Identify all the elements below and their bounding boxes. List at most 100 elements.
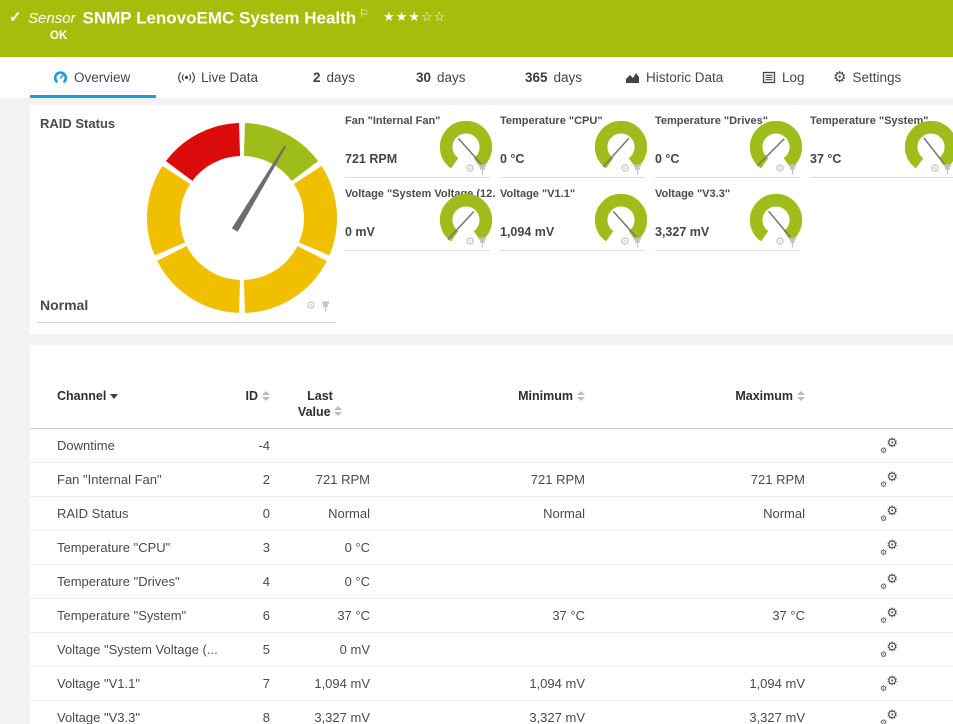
table-row[interactable]: Temperature "System" 6 37 °C 37 °C 37 °C… xyxy=(30,599,953,633)
tab-log[interactable]: Log xyxy=(762,57,805,98)
mini-gauge-tile: Temperature "Drives" 0 °C ⚙ xyxy=(655,105,810,178)
edit-channel-gears-icon[interactable]: ⚙⚙ xyxy=(880,642,898,658)
channel-id: -4 xyxy=(220,438,270,453)
sensor-title-line: SensorSNMP LenovoEMC System Health⚐★★★☆☆ xyxy=(28,7,446,28)
mini-gauge-value: 3,327 mV xyxy=(655,225,709,239)
column-header-minimum[interactable]: Minimum xyxy=(370,389,585,404)
priority-stars[interactable]: ★★★☆☆ xyxy=(383,9,446,24)
channel-last-value: 0 °C xyxy=(270,574,370,589)
channel-maximum: Normal xyxy=(585,506,805,521)
channel-id: 5 xyxy=(220,642,270,657)
channel-id: 8 xyxy=(220,710,270,724)
sensor-overview-page: ✓ SensorSNMP LenovoEMC System Health⚐★★★… xyxy=(0,0,953,724)
raid-status-gauge xyxy=(142,118,342,318)
channel-minimum: 1,094 mV xyxy=(370,676,585,691)
channel-name: Temperature "CPU" xyxy=(30,540,220,555)
tab-30-days[interactable]: 30 days xyxy=(416,57,466,98)
divider xyxy=(655,250,800,251)
gauge-settings-gear-icon[interactable]: ⚙ xyxy=(620,237,630,248)
tab-overview[interactable]: Overview xyxy=(53,57,130,98)
mini-gauge-tile: Voltage "V3.3" 3,327 mV ⚙ xyxy=(655,178,810,251)
sort-updown-icon[interactable] xyxy=(334,406,342,416)
gauge-settings-gear-icon[interactable]: ⚙ xyxy=(775,164,785,175)
edit-channel-gears-icon[interactable]: ⚙⚙ xyxy=(880,506,898,522)
tab-label: days xyxy=(327,70,356,85)
edit-channel-gears-icon[interactable]: ⚙⚙ xyxy=(880,540,898,556)
gauge-settings-gear-icon[interactable]: ⚙ xyxy=(775,237,785,248)
tab-bar: Overview Live Data 2 days 30 days 365 da… xyxy=(0,57,953,98)
sort-updown-icon[interactable] xyxy=(797,391,805,401)
priority-flag-icon[interactable]: ⚐ xyxy=(359,8,369,20)
column-header-id[interactable]: ID xyxy=(220,389,270,404)
broadcast-icon xyxy=(178,71,195,84)
tab-label: Live Data xyxy=(201,70,258,85)
channel-last-value: 721 RPM xyxy=(270,472,370,487)
divider xyxy=(345,250,490,251)
sort-updown-icon[interactable] xyxy=(262,391,270,401)
table-row[interactable]: Voltage "V1.1" 7 1,094 mV 1,094 mV 1,094… xyxy=(30,667,953,701)
tab-label: Overview xyxy=(74,70,130,85)
edit-channel-gears-icon[interactable]: ⚙⚙ xyxy=(880,438,898,454)
mini-gauge-tile: Fan "Internal Fan" 721 RPM ⚙ xyxy=(345,105,500,178)
mini-gauge-value: 0 °C xyxy=(655,152,679,166)
mini-gauge-title: Voltage "V1.1" xyxy=(500,188,575,200)
pin-gauge-icon[interactable] xyxy=(943,164,952,175)
table-row[interactable]: Fan "Internal Fan" 2 721 RPM 721 RPM 721… xyxy=(30,463,953,497)
channel-name: Fan "Internal Fan" xyxy=(30,472,220,487)
tab-live-data[interactable]: Live Data xyxy=(178,57,258,98)
channel-id: 6 xyxy=(220,608,270,623)
tab-label: days xyxy=(437,70,466,85)
channel-last-value: 37 °C xyxy=(270,608,370,623)
channel-last-value: 0 °C xyxy=(270,540,370,555)
tab-number: 30 xyxy=(416,70,431,85)
mini-gauge-title: Fan "Internal Fan" xyxy=(345,115,440,127)
pin-gauge-icon[interactable] xyxy=(321,301,330,312)
pin-gauge-icon[interactable] xyxy=(478,164,487,175)
channel-name: Temperature "System" xyxy=(30,608,220,623)
gauge-settings-gear-icon[interactable]: ⚙ xyxy=(930,164,940,175)
edit-channel-gears-icon[interactable]: ⚙⚙ xyxy=(880,472,898,488)
edit-channel-gears-icon[interactable]: ⚙⚙ xyxy=(880,676,898,692)
table-row[interactable]: Temperature "CPU" 3 0 °C ⚙⚙ xyxy=(30,531,953,565)
column-header-maximum[interactable]: Maximum xyxy=(585,389,805,404)
tab-historic-data[interactable]: Historic Data xyxy=(625,57,723,98)
gauge-settings-gear-icon[interactable]: ⚙ xyxy=(465,237,475,248)
table-row[interactable]: RAID Status 0 Normal Normal Normal ⚙⚙ xyxy=(30,497,953,531)
dropdown-arrow-icon[interactable] xyxy=(110,394,118,399)
channel-id: 3 xyxy=(220,540,270,555)
column-header-last-value[interactable]: Last Value xyxy=(270,389,370,420)
area-chart-icon xyxy=(625,71,640,84)
edit-channel-gears-icon[interactable]: ⚙⚙ xyxy=(880,608,898,624)
channel-minimum: 721 RPM xyxy=(370,472,585,487)
gauge-settings-gear-icon[interactable]: ⚙ xyxy=(306,301,316,312)
mini-gauge-tile: Voltage "System Voltage (12... 0 mV ⚙ xyxy=(345,178,500,251)
pin-gauge-icon[interactable] xyxy=(788,237,797,248)
tab-365-days[interactable]: 365 days xyxy=(525,57,582,98)
edit-channel-gears-icon[interactable]: ⚙⚙ xyxy=(880,574,898,590)
gauges-panel: RAID Status Normal ⚙ Fan "Internal Fan" … xyxy=(30,105,953,334)
pin-gauge-icon[interactable] xyxy=(788,164,797,175)
channel-last-value: Normal xyxy=(270,506,370,521)
tab-label: Settings xyxy=(852,70,901,85)
channel-last-value: 1,094 mV xyxy=(270,676,370,691)
gauge-settings-gear-icon[interactable]: ⚙ xyxy=(465,164,475,175)
pin-gauge-icon[interactable] xyxy=(633,237,642,248)
gauge-settings-gear-icon[interactable]: ⚙ xyxy=(620,164,630,175)
channel-minimum: Normal xyxy=(370,506,585,521)
mini-gauge-title: Voltage "V3.3" xyxy=(655,188,730,200)
pin-gauge-icon[interactable] xyxy=(478,237,487,248)
column-header-channel[interactable]: Channel xyxy=(30,389,220,404)
table-row[interactable]: Downtime -4 ⚙⚙ xyxy=(30,429,953,463)
sensor-kind-label: Sensor xyxy=(28,10,76,27)
sort-updown-icon[interactable] xyxy=(577,391,585,401)
tab-2-days[interactable]: 2 days xyxy=(313,57,355,98)
table-row[interactable]: Voltage "V3.3" 8 3,327 mV 3,327 mV 3,327… xyxy=(30,701,953,724)
mini-gauge-value: 721 RPM xyxy=(345,152,397,166)
table-row[interactable]: Temperature "Drives" 4 0 °C ⚙⚙ xyxy=(30,565,953,599)
pin-gauge-icon[interactable] xyxy=(633,164,642,175)
mini-gauge-tile: Temperature "CPU" 0 °C ⚙ xyxy=(500,105,655,178)
channel-minimum: 3,327 mV xyxy=(370,710,585,724)
table-row[interactable]: Voltage "System Voltage (... 5 0 mV ⚙⚙ xyxy=(30,633,953,667)
edit-channel-gears-icon[interactable]: ⚙⚙ xyxy=(880,710,898,724)
tab-settings[interactable]: ⚙ Settings xyxy=(833,57,901,98)
